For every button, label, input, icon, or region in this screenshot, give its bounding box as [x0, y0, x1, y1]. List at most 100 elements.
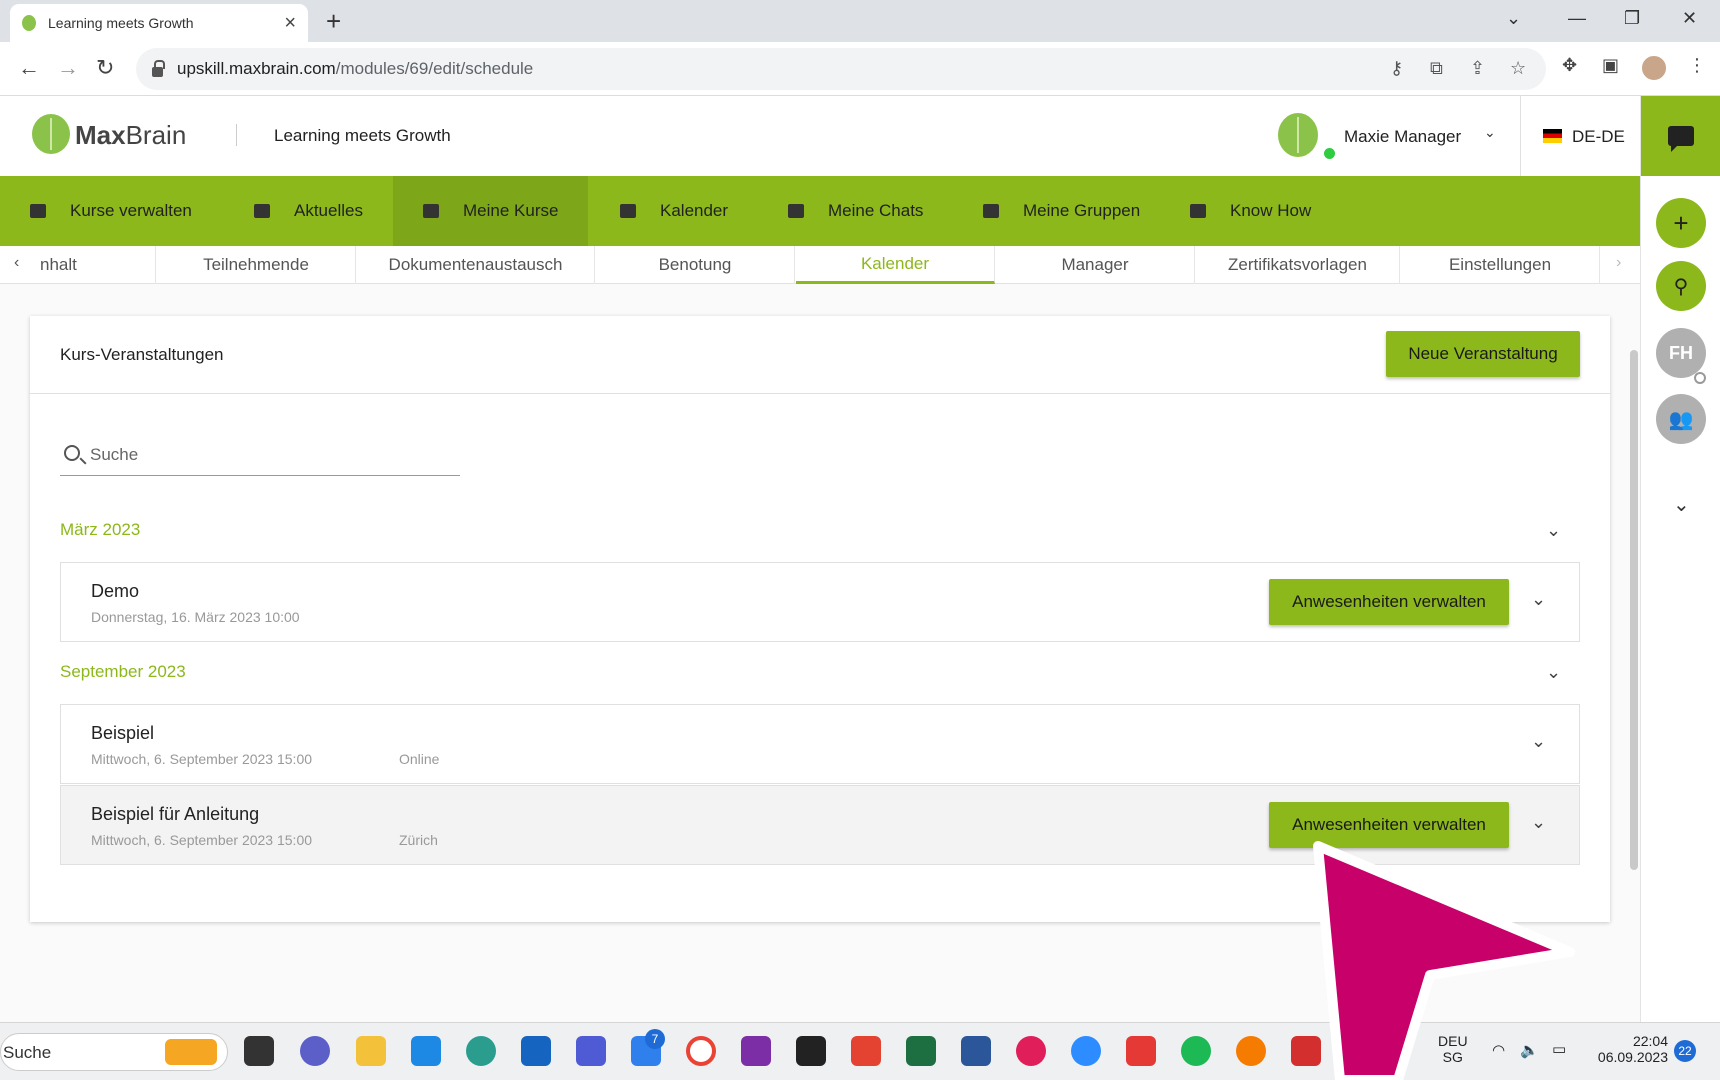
- browser-menu-icon[interactable]: ⋮: [1688, 55, 1706, 76]
- month-heading[interactable]: September 2023: [60, 662, 186, 682]
- nav-meine-gruppen[interactable]: Meine Gruppen: [983, 176, 1163, 246]
- event-title: Demo: [91, 581, 140, 601]
- tab-teilnehmende[interactable]: Teilnehmende: [157, 246, 356, 284]
- task-view-icon[interactable]: [244, 1036, 274, 1066]
- close-tab-icon[interactable]: ×: [284, 13, 296, 33]
- teams-chat-icon[interactable]: [300, 1036, 330, 1066]
- excel-icon[interactable]: [906, 1036, 936, 1066]
- side-panel-icon[interactable]: ▣: [1602, 55, 1619, 76]
- event-row[interactable]: Beispiel für Anleitung Mittwoch, 6. Sept…: [60, 785, 1580, 865]
- volume-icon[interactable]: 🔈: [1520, 1041, 1539, 1059]
- site-favicon-icon: [22, 15, 36, 31]
- bookmark-star-icon[interactable]: ☆: [1510, 58, 1526, 79]
- slack-icon[interactable]: [1016, 1036, 1046, 1066]
- chat-toggle-button[interactable]: [1641, 96, 1720, 176]
- key-icon[interactable]: ⚷: [1390, 58, 1403, 79]
- rail-expand-chevron-icon[interactable]: ⌄: [1673, 492, 1690, 517]
- edge-icon[interactable]: [466, 1036, 496, 1066]
- search-button[interactable]: ⚲: [1656, 261, 1706, 311]
- manage-attendance-button[interactable]: Anwesenheiten verwalten: [1269, 579, 1509, 625]
- graduation-cap-icon: [423, 204, 439, 218]
- language-selector[interactable]: DE-DE: [1572, 127, 1625, 147]
- store-icon[interactable]: [521, 1036, 551, 1066]
- figma-icon[interactable]: [796, 1036, 826, 1066]
- subtabs-scroll-right-icon[interactable]: ›: [1616, 254, 1621, 272]
- month-heading[interactable]: März 2023: [60, 520, 140, 540]
- extensions-icon[interactable]: ✥: [1562, 55, 1577, 76]
- event-expand-chevron-icon[interactable]: ⌄: [1531, 812, 1546, 833]
- minimize-icon[interactable]: —: [1568, 8, 1586, 29]
- page-scrollbar[interactable]: [1630, 350, 1638, 870]
- back-icon[interactable]: ←: [18, 54, 40, 82]
- taskbar-search-label: Suche: [3, 1043, 52, 1062]
- spotify-icon[interactable]: [1181, 1036, 1211, 1066]
- tab-search-chevron-icon[interactable]: ⌄: [1506, 8, 1521, 29]
- main-navigation: Kurse verwalten Aktuelles Meine Kurse Ka…: [0, 176, 1640, 246]
- address-bar[interactable]: upskill.maxbrain.com/modules/69/edit/sch…: [136, 48, 1546, 90]
- bitdefender-icon[interactable]: [1126, 1036, 1156, 1066]
- new-event-button[interactable]: Neue Veranstaltung: [1386, 331, 1580, 377]
- close-window-icon[interactable]: ✕: [1682, 8, 1697, 29]
- todoist-icon[interactable]: [851, 1036, 881, 1066]
- search-input[interactable]: [90, 442, 450, 468]
- event-row[interactable]: Demo Donnerstag, 16. März 2023 10:00 Anw…: [60, 562, 1580, 642]
- site-title: Learning meets Growth: [274, 126, 451, 145]
- add-button[interactable]: +: [1656, 198, 1706, 248]
- nav-aktuelles[interactable]: Aktuelles: [254, 176, 374, 246]
- calendar-icon: [620, 204, 636, 218]
- user-avatar[interactable]: [1278, 113, 1318, 157]
- manage-attendance-button[interactable]: Anwesenheiten verwalten: [1269, 802, 1509, 848]
- browser-profile-avatar[interactable]: [1640, 54, 1668, 82]
- lexware-icon[interactable]: [411, 1036, 441, 1066]
- app-launcher-icon[interactable]: [576, 1036, 606, 1066]
- share-icon[interactable]: ⇪: [1470, 58, 1485, 79]
- battery-icon[interactable]: ▭: [1552, 1040, 1566, 1058]
- new-tab-icon[interactable]: +: [326, 6, 341, 36]
- month-collapse-chevron-icon[interactable]: ⌄: [1546, 520, 1561, 541]
- tab-zertifikatsvorlagen[interactable]: Zertifikatsvorlagen: [1196, 246, 1400, 284]
- user-menu-chevron-icon[interactable]: ⌄: [1484, 124, 1496, 141]
- event-expand-chevron-icon[interactable]: ⌄: [1531, 589, 1546, 610]
- tab-benotung[interactable]: Benotung: [596, 246, 795, 284]
- maxbrain-logo-text[interactable]: MaxBrain: [75, 120, 186, 151]
- clock[interactable]: 22:04 06.09.2023: [1592, 1033, 1668, 1065]
- nav-meine-chats[interactable]: Meine Chats: [788, 176, 948, 246]
- browser-tabstrip: Learning meets Growth × + ⌄ — ❐ ✕: [0, 0, 1720, 42]
- chrome-icon[interactable]: [686, 1036, 716, 1066]
- browser-tab-title: Learning meets Growth: [48, 15, 194, 31]
- nav-meine-kurse[interactable]: Meine Kurse: [393, 176, 588, 246]
- event-expand-chevron-icon[interactable]: ⌄: [1531, 731, 1546, 752]
- file-explorer-icon[interactable]: [356, 1036, 386, 1066]
- tab-kalender[interactable]: Kalender: [796, 246, 995, 284]
- notification-count[interactable]: 22: [1674, 1040, 1696, 1062]
- tab-manager[interactable]: Manager: [996, 246, 1195, 284]
- translate-icon[interactable]: ⧉: [1430, 58, 1443, 79]
- wifi-icon[interactable]: ◠: [1492, 1041, 1505, 1059]
- nav-kurse-verwalten[interactable]: Kurse verwalten: [30, 176, 230, 246]
- browser-tab[interactable]: Learning meets Growth ×: [10, 4, 308, 42]
- tab-einstellungen[interactable]: Einstellungen: [1401, 246, 1600, 284]
- restore-icon[interactable]: ❐: [1624, 8, 1640, 29]
- nav-know-how[interactable]: Know How: [1190, 176, 1340, 246]
- tab-inhalt[interactable]: nhalt: [40, 246, 156, 284]
- reload-icon[interactable]: ↻: [96, 54, 114, 82]
- event-row[interactable]: Beispiel Mittwoch, 6. September 2023 15:…: [60, 704, 1580, 784]
- subtabs-scroll-left-icon[interactable]: ‹: [14, 254, 19, 272]
- word-icon[interactable]: [961, 1036, 991, 1066]
- month-collapse-chevron-icon[interactable]: ⌄: [1546, 662, 1561, 683]
- groups-button[interactable]: 👥: [1656, 394, 1706, 444]
- onenote-icon[interactable]: [741, 1036, 771, 1066]
- nav-kalender[interactable]: Kalender: [620, 176, 750, 246]
- contact-avatar[interactable]: FH: [1656, 328, 1706, 378]
- user-menu-name[interactable]: Maxie Manager: [1344, 127, 1461, 147]
- vpn-icon[interactable]: [1236, 1036, 1266, 1066]
- keyboard-layout[interactable]: DEU SG: [1438, 1033, 1468, 1065]
- taskbar-search[interactable]: Suche: [0, 1033, 228, 1071]
- tab-dokumentenaustausch[interactable]: Dokumentenaustausch: [357, 246, 595, 284]
- snipping-tool-icon[interactable]: [1291, 1036, 1321, 1066]
- forward-icon[interactable]: →: [57, 54, 79, 82]
- tray-overflow-icon[interactable]: ⌃: [1360, 1043, 1373, 1063]
- zoom-icon[interactable]: [1071, 1036, 1101, 1066]
- german-flag-icon[interactable]: [1543, 129, 1562, 143]
- maxbrain-logo-icon[interactable]: [32, 114, 70, 154]
